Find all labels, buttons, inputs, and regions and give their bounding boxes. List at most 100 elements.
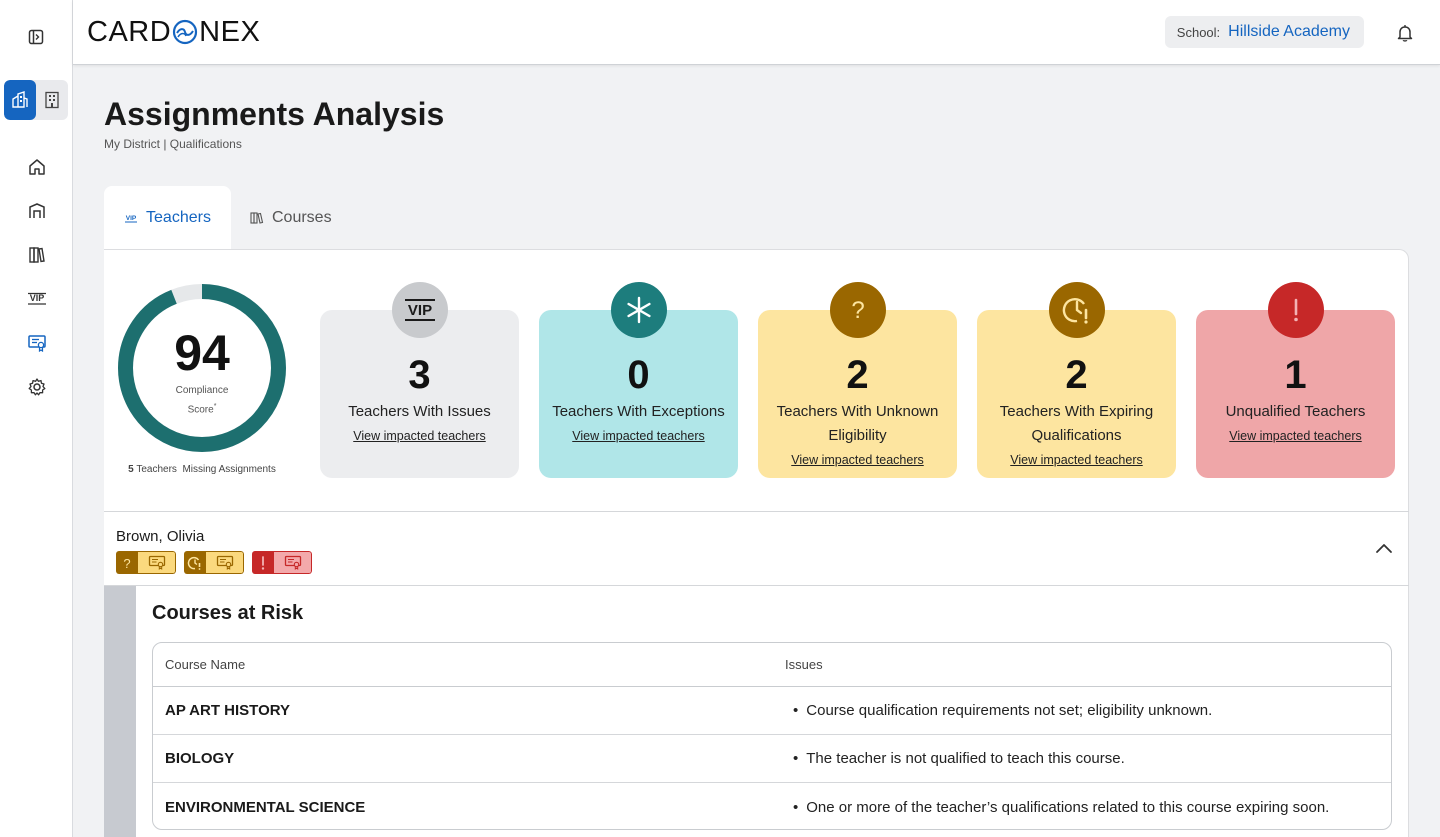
tab-courses-label: Courses bbox=[272, 209, 332, 226]
question-icon: ? bbox=[116, 551, 138, 574]
detail-side-rail bbox=[104, 586, 136, 837]
page-title: Assignments Analysis bbox=[104, 96, 445, 132]
svg-text:?: ? bbox=[123, 556, 130, 570]
card-title: Teachers With Unknown Eligibility bbox=[776, 403, 939, 444]
sidebar: VIP bbox=[0, 0, 73, 837]
courses-at-risk-title: Courses at Risk bbox=[152, 602, 304, 624]
course-name-cell: AP ART HISTORY bbox=[165, 702, 291, 719]
card-unknown-eligibility: ? 2 Teachers With Unknown Eligibility Vi… bbox=[758, 282, 957, 478]
card-value: 3 bbox=[408, 353, 431, 397]
table-row[interactable]: ENVIRONMENTAL SCIENCE One or more of the… bbox=[153, 783, 1391, 829]
notifications-bell-icon[interactable] bbox=[1396, 23, 1414, 43]
course-name-cell: ENVIRONMENTAL SCIENCE bbox=[165, 798, 366, 816]
teacher-status-badges: ? bbox=[116, 551, 312, 574]
card-value: 1 bbox=[1284, 353, 1307, 397]
sidebar-toggle-icon[interactable] bbox=[26, 27, 46, 47]
tab-teachers[interactable]: VIP Teachers bbox=[104, 186, 231, 250]
certificate-icon bbox=[206, 551, 244, 574]
card-value: 2 bbox=[1065, 353, 1088, 397]
column-header-course-name[interactable]: Course Name bbox=[153, 657, 773, 672]
asterisk-icon bbox=[611, 282, 667, 338]
caption-line2-wrap: Score* bbox=[116, 399, 288, 418]
missing-count: 5 bbox=[128, 464, 134, 475]
top-header: CARD NEX School: Hillside Academy bbox=[73, 0, 1440, 65]
exclamation-icon bbox=[1268, 282, 1324, 338]
table-row[interactable]: BIOLOGY The teacher is not qualified to … bbox=[153, 735, 1391, 783]
caption-footnote-mark: * bbox=[213, 403, 217, 410]
logo-text-left: CARD bbox=[87, 15, 172, 48]
card-teachers-with-issues: VIP 3 Teachers With Issues View impacted… bbox=[320, 282, 519, 478]
exclamation-icon bbox=[252, 551, 274, 574]
certificate-icon bbox=[138, 551, 176, 574]
view-impacted-teachers-link[interactable]: View impacted teachers bbox=[1204, 424, 1387, 448]
divider bbox=[104, 585, 1409, 586]
tab-teachers-label: Teachers bbox=[146, 209, 211, 226]
card-title: Teachers With Expiring Qualifications bbox=[999, 403, 1154, 444]
svg-text:VIP: VIP bbox=[126, 215, 137, 222]
collapse-chevron-up-icon[interactable] bbox=[1374, 541, 1394, 557]
card-title: Teachers With Issues bbox=[348, 403, 491, 420]
view-impacted-teachers-link[interactable]: View impacted teachers bbox=[547, 424, 730, 448]
caption-line1: Compliance bbox=[175, 385, 229, 396]
district-view-button[interactable] bbox=[4, 80, 36, 120]
question-icon: ? bbox=[830, 282, 886, 338]
course-name-cell: BIOLOGY bbox=[165, 750, 235, 767]
logo-mark-icon bbox=[172, 19, 198, 45]
books-icon bbox=[28, 247, 45, 263]
courses-at-risk-table: Course Name Issues AP ART HISTORY Course… bbox=[152, 642, 1392, 830]
svg-text:?: ? bbox=[851, 297, 864, 324]
caption-line2: Score bbox=[187, 404, 214, 416]
svg-text:VIP: VIP bbox=[408, 302, 432, 319]
school-label: School: bbox=[1176, 24, 1221, 40]
sidebar-item-qualifications[interactable] bbox=[0, 321, 73, 365]
school-selector[interactable]: School: Hillside Academy bbox=[1164, 16, 1364, 48]
card-value: 2 bbox=[846, 353, 869, 397]
school-value: Hillside Academy bbox=[1228, 23, 1350, 40]
building-icon bbox=[28, 203, 45, 218]
compliance-score-value: 94 bbox=[174, 325, 230, 381]
logo-text-right: NEX bbox=[199, 15, 261, 48]
sidebar-item-schools[interactable] bbox=[0, 189, 73, 233]
sidebar-item-home[interactable] bbox=[0, 145, 73, 189]
card-body: Teachers With Unknown Eligibility View i… bbox=[766, 400, 949, 472]
unqualified-badge bbox=[252, 551, 312, 574]
card-title: Teachers With Exceptions bbox=[552, 403, 725, 420]
school-view-button[interactable] bbox=[36, 80, 68, 120]
certificate-icon bbox=[27, 335, 46, 352]
card-body: Teachers With Issues View impacted teach… bbox=[328, 400, 511, 448]
table-row[interactable]: AP ART HISTORY Course qualification requ… bbox=[153, 687, 1391, 735]
view-impacted-teachers-link[interactable]: View impacted teachers bbox=[328, 424, 511, 448]
card-value: 0 bbox=[627, 353, 650, 397]
card-body: Teachers With Expiring Qualifications Vi… bbox=[985, 400, 1168, 472]
view-impacted-teachers-link[interactable]: View impacted teachers bbox=[766, 448, 949, 472]
issue-cell: Course qualification requirements not se… bbox=[773, 702, 1391, 719]
sidebar-item-teachers[interactable]: VIP bbox=[0, 277, 73, 321]
missing-assignments-note: 5 Teachers Missing Assignments bbox=[116, 464, 288, 475]
expiring-qualification-badge bbox=[184, 551, 244, 574]
card-body: Unqualified Teachers View impacted teach… bbox=[1204, 400, 1387, 448]
view-impacted-teachers-link[interactable]: View impacted teachers bbox=[985, 448, 1168, 472]
home-icon bbox=[28, 159, 45, 175]
card-title: Unqualified Teachers bbox=[1225, 403, 1366, 420]
issue-cell: The teacher is not qualified to teach th… bbox=[773, 750, 1391, 767]
sidebar-item-courses[interactable] bbox=[0, 233, 73, 277]
vip-icon: VIP bbox=[27, 292, 46, 305]
certificate-icon bbox=[274, 551, 312, 574]
card-unqualified-teachers: 1 Unqualified Teachers View impacted tea… bbox=[1196, 282, 1395, 478]
sidebar-item-settings[interactable] bbox=[0, 365, 73, 409]
district-icon bbox=[12, 91, 28, 108]
gear-icon bbox=[28, 378, 45, 396]
compliance-score-caption: Compliance Score* bbox=[116, 383, 288, 418]
issue-cell: One or more of the teacher’s qualificati… bbox=[773, 799, 1391, 816]
clock-alert-icon bbox=[184, 551, 206, 574]
view-switch bbox=[4, 80, 68, 120]
column-header-issues[interactable]: Issues bbox=[773, 657, 1391, 672]
building-icon bbox=[45, 91, 59, 109]
teacher-name[interactable]: Brown, Olivia bbox=[116, 528, 204, 545]
card-expiring-qualifications: 2 Teachers With Expiring Qualifications … bbox=[977, 282, 1176, 478]
unknown-eligibility-badge: ? bbox=[116, 551, 176, 574]
tab-courses[interactable]: Courses bbox=[250, 186, 332, 250]
svg-text:VIP: VIP bbox=[29, 293, 44, 303]
cardonex-logo[interactable]: CARD NEX bbox=[87, 16, 260, 48]
card-body: Teachers With Exceptions View impacted t… bbox=[547, 400, 730, 448]
